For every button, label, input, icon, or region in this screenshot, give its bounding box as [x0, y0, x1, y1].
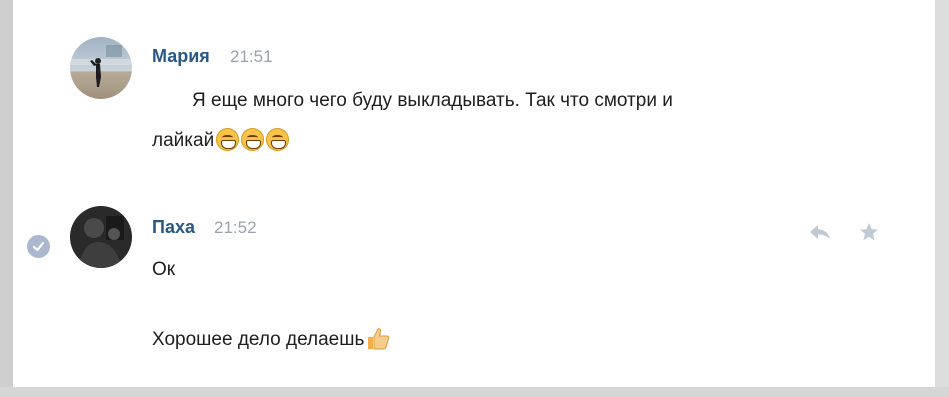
chat-history: Мария 21:51 Я еще много чего буду выклад… [13, 0, 935, 387]
message-actions [808, 220, 881, 244]
avatar[interactable] [70, 206, 132, 268]
avatar-photo-dark-icon [70, 206, 132, 268]
grinning-face-icon [266, 128, 290, 151]
thumbs-up-icon [365, 325, 391, 361]
checkmark-icon [32, 241, 45, 252]
grinning-face-icon [216, 128, 240, 151]
favorite-button[interactable] [857, 220, 881, 244]
window-frame-bottom [0, 387, 949, 397]
message-time[interactable]: 21:51 [230, 47, 273, 67]
message-text-line: Хорошее дело делаешь [152, 324, 391, 361]
reply-icon [810, 225, 830, 239]
message-text-line: Ок [152, 259, 176, 280]
grinning-face-icon [241, 128, 265, 151]
message-item[interactable]: Паха 21:52 Ок Хорошее дело делаешь [13, 200, 935, 380]
star-icon [860, 223, 878, 241]
message-text-line: лайкай [152, 125, 290, 156]
reply-button[interactable] [808, 220, 832, 244]
avatar-photo-beach-icon [70, 37, 132, 99]
message-text: Хорошее дело делаешь [152, 329, 365, 350]
message-author[interactable]: Мария [152, 46, 210, 67]
message-time[interactable]: 21:52 [214, 218, 257, 238]
message-select-checkbox[interactable] [27, 235, 50, 258]
message-text-line: Я еще много чего буду выкладывать. Так ч… [192, 90, 673, 111]
message-item[interactable]: Мария 21:51 Я еще много чего буду выклад… [13, 32, 935, 172]
message-author[interactable]: Паха [152, 217, 195, 238]
window-frame-left [0, 0, 13, 397]
message-text: лайкай [152, 130, 215, 151]
window-frame-right [936, 0, 949, 397]
avatar[interactable] [70, 37, 132, 99]
